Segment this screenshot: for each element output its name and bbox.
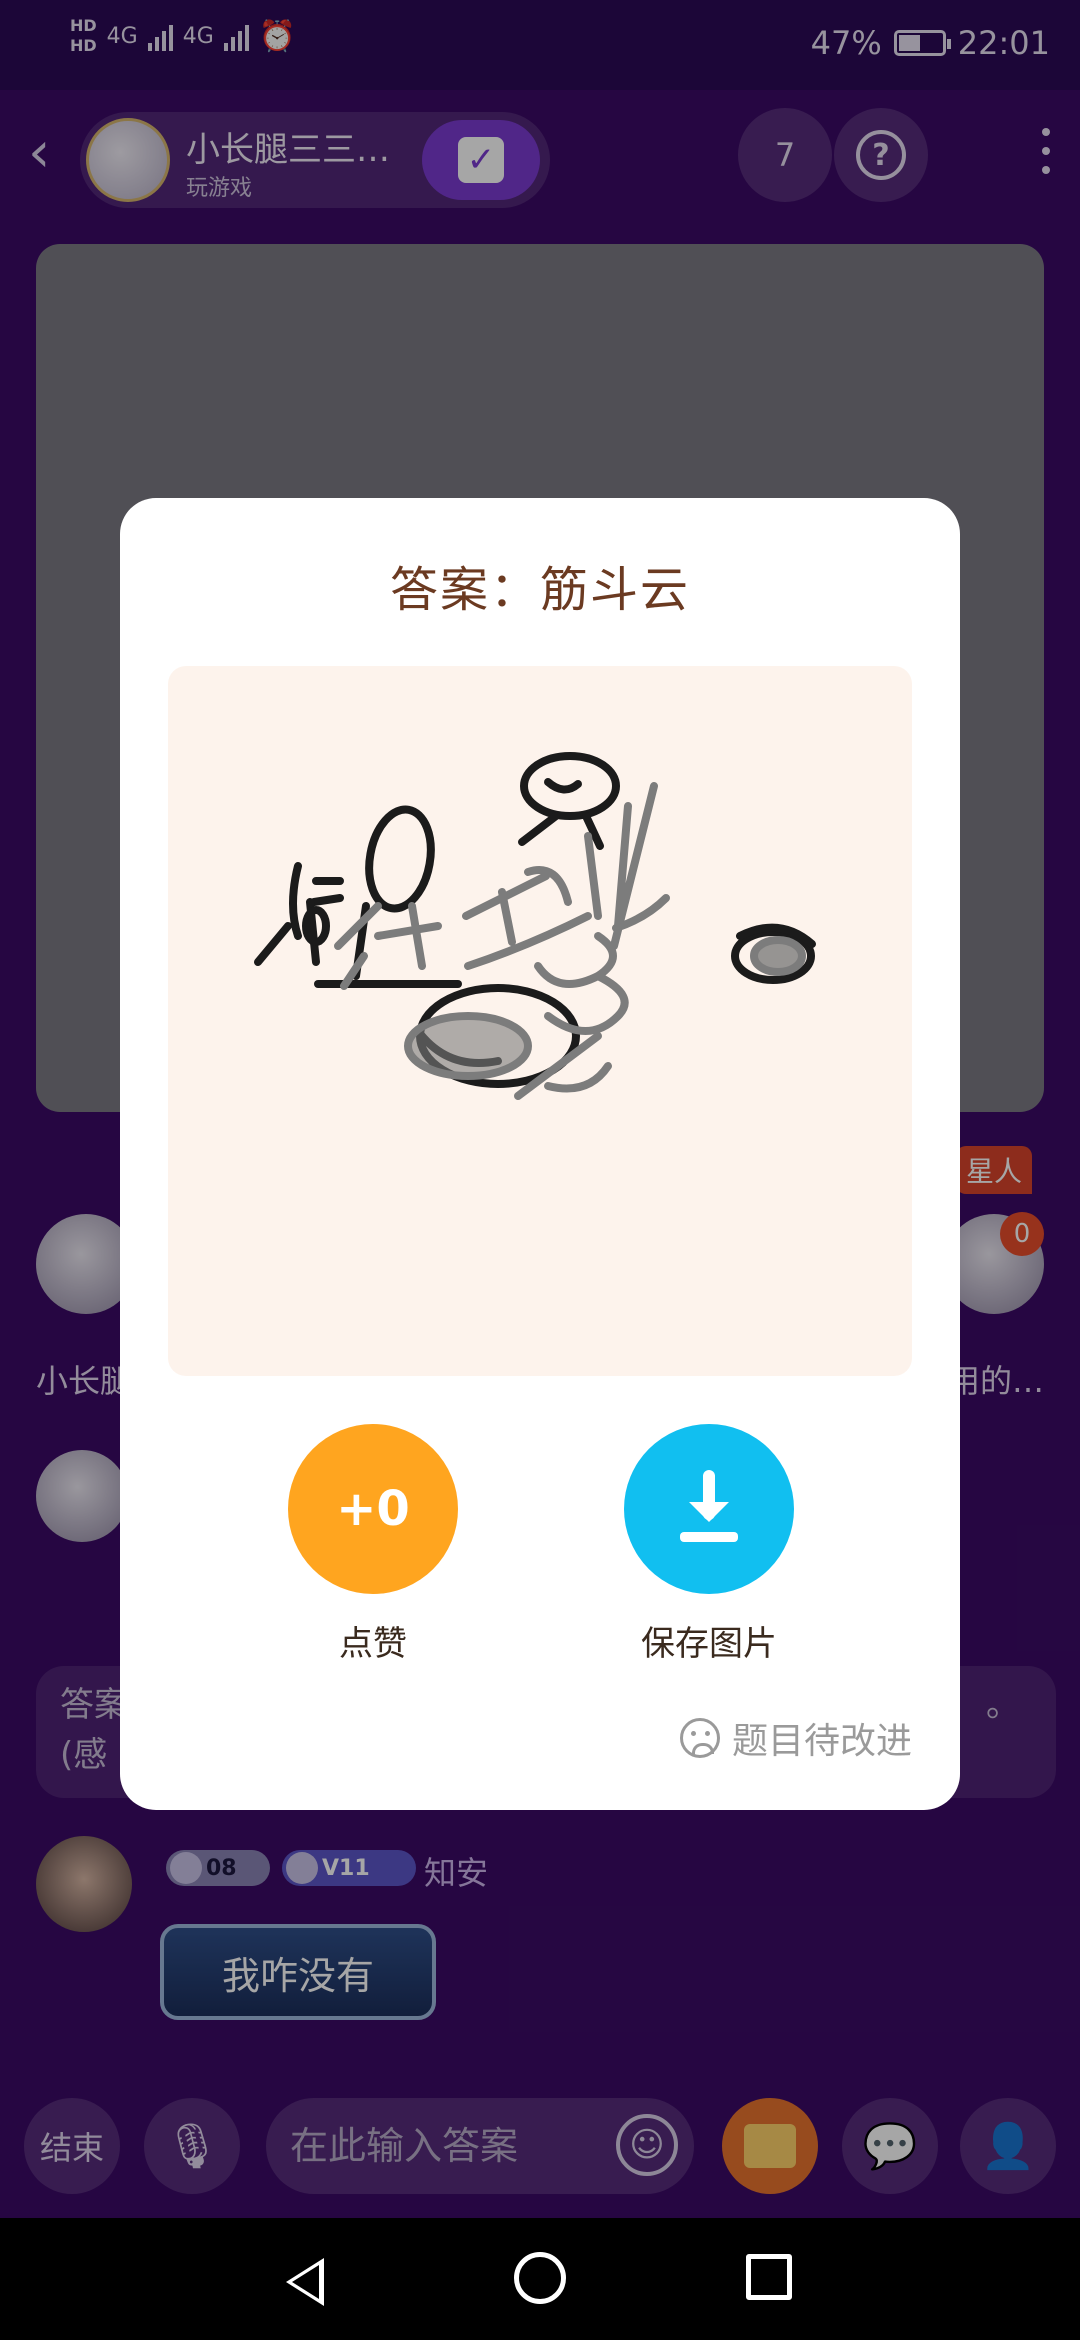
drawing-image — [168, 666, 912, 1376]
drawing-strokes — [254, 752, 816, 1100]
save-image-button[interactable] — [624, 1424, 794, 1594]
save-action[interactable]: 保存图片 — [624, 1424, 794, 1665]
nav-recents-icon[interactable] — [746, 2254, 792, 2300]
nav-back-icon[interactable] — [286, 2258, 324, 2306]
answer-title: 答案：筋斗云 — [389, 562, 690, 618]
frown-icon — [679, 1718, 720, 1758]
answer-dialog: 答案：筋斗云 +0 点赞 保存图片 题目待改进 — [120, 498, 960, 1810]
nav-home-icon[interactable] — [514, 2252, 566, 2304]
feedback-label: 题目待改进 — [731, 1721, 912, 1762]
like-label: 点赞 — [339, 1624, 407, 1664]
navigation-bar — [0, 2218, 1080, 2340]
like-button[interactable]: +0 — [288, 1424, 458, 1594]
feedback-link[interactable]: 题目待改进 — [679, 1712, 912, 1764]
download-icon — [680, 1470, 738, 1542]
save-label: 保存图片 — [641, 1624, 777, 1664]
like-action[interactable]: +0 点赞 — [288, 1424, 458, 1665]
like-count: +0 — [336, 1481, 410, 1537]
